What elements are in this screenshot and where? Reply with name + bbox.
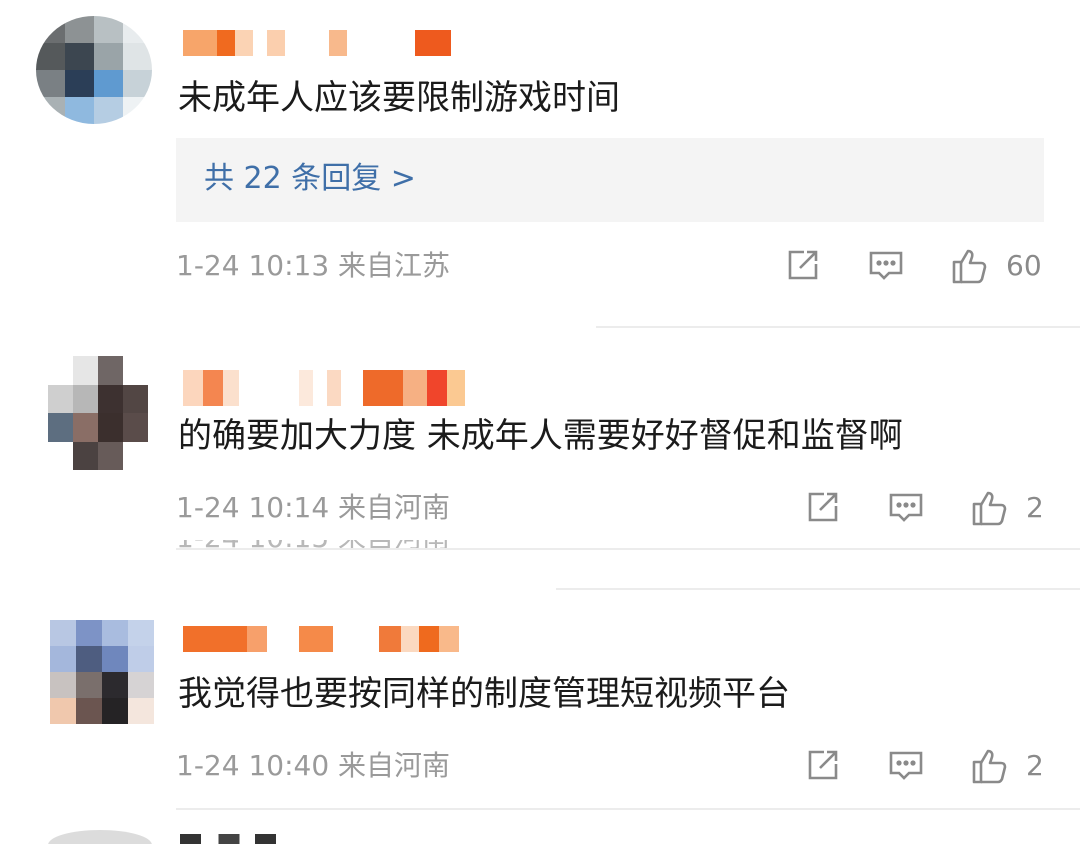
share-button[interactable]	[802, 746, 842, 786]
location: 来自河南	[338, 749, 451, 782]
next-comment-name[interactable]	[180, 834, 276, 844]
like-button[interactable]	[970, 746, 1010, 786]
like-count: 2	[1026, 749, 1044, 782]
comment-text: 我觉得也要按同样的制度管理短视频平台	[178, 674, 790, 714]
next-comment-avatar[interactable]	[48, 830, 152, 844]
comment-item: 我觉得也要按同样的制度管理短视频平台 1-24 10:40 来自河南 2	[0, 0, 1080, 820]
timestamp: 1-24 10:40	[176, 749, 330, 782]
divider	[176, 808, 1080, 810]
share-icon	[808, 750, 838, 780]
username[interactable]	[183, 626, 473, 652]
avatar[interactable]	[50, 620, 154, 724]
thumbs-up-icon	[972, 749, 1007, 784]
comment-meta: 1-24 10:40 来自河南	[176, 746, 450, 786]
comment-icon	[889, 751, 923, 780]
comment-button[interactable]	[886, 746, 926, 786]
